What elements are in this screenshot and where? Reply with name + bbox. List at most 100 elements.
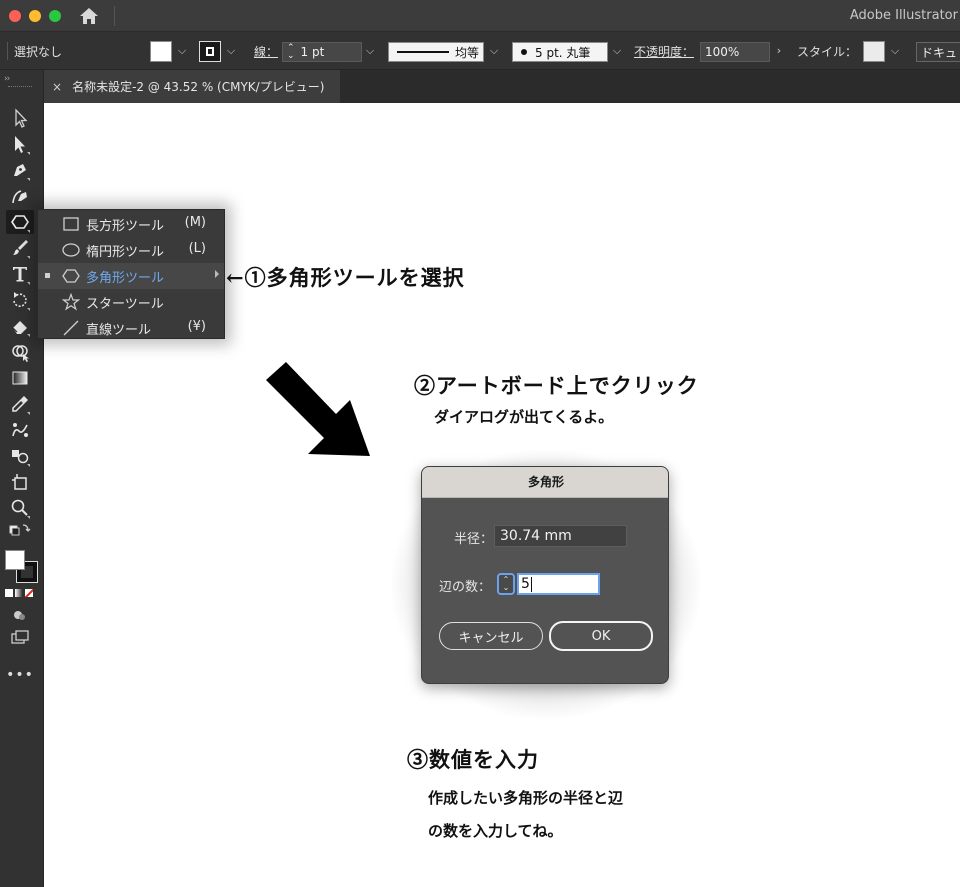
control-bar-grip [7, 42, 8, 60]
brush-definition[interactable]: 5 pt. 丸筆 [512, 42, 608, 62]
profile-chevron-icon[interactable]: ⌵ [488, 44, 500, 58]
flyout-item-rectangle[interactable]: 長方形ツール (M) [38, 211, 224, 237]
eraser-tool-icon[interactable] [6, 314, 34, 338]
gradient-mode-icon[interactable] [15, 589, 23, 597]
stroke-swatch-inner-icon [206, 47, 214, 56]
opacity-field[interactable]: 100% [700, 42, 770, 62]
rotate-tool-icon[interactable] [6, 288, 34, 312]
toolbar-grip [8, 86, 32, 88]
flyout-item-label: 長方形ツール [86, 219, 165, 234]
symbol-sprayer-tool-icon[interactable] [6, 444, 34, 468]
stroke-weight-field[interactable]: ⌃ ⌄ 1 pt [282, 42, 362, 62]
stroke-weight-chevron-icon[interactable]: ⌵ [364, 44, 376, 58]
tools-panel: ›› ••• [0, 70, 44, 887]
selection-tool-icon[interactable] [6, 106, 34, 130]
edit-toolbar-more-icon[interactable]: ••• [6, 666, 34, 684]
minimize-window-button[interactable] [29, 10, 41, 22]
illustrator-window: Adobe Illustrator 選択なし ⌵ ⌵ 線： ⌃ ⌄ 1 pt ⌵ … [0, 0, 960, 887]
gradient-tool-icon[interactable] [6, 366, 34, 390]
ellipse-icon [62, 241, 80, 259]
tab-document[interactable]: × 名称未設定-2 @ 43.52 % (CMYK/プレビュー) [44, 70, 340, 103]
style-label: スタイル： [797, 44, 858, 59]
annotation-step2: ②アートボード上でクリック [414, 373, 699, 398]
curvature-tool-icon[interactable] [6, 184, 34, 208]
stroke-stepper-icon[interactable]: ⌃ ⌄ [287, 44, 295, 61]
flyout-item-label: スターツール [86, 297, 164, 312]
selection-status: 選択なし [14, 44, 63, 59]
toolbar-collapse-icon[interactable]: ›› [4, 74, 10, 84]
flyout-item-label: 楕円形ツール [86, 245, 165, 260]
flyout-item-shortcut: (¥) [187, 319, 206, 334]
title-separator [114, 6, 115, 26]
current-tool-marker [45, 273, 50, 278]
artboard-tool-icon[interactable] [6, 470, 34, 494]
none-mode-icon[interactable] [25, 589, 33, 597]
polygon-tool-icon[interactable] [6, 210, 34, 234]
radius-input[interactable]: 30.74 mm [494, 525, 627, 547]
rectangle-icon [62, 215, 80, 233]
zoom-window-button[interactable] [49, 10, 61, 22]
stroke-dropdown-chevron-icon[interactable]: ⌵ [225, 44, 237, 58]
title-bar: Adobe Illustrator [0, 0, 960, 32]
flyout-item-label: 多角形ツール [86, 271, 165, 286]
close-window-button[interactable] [9, 10, 21, 22]
stroke-weight-value: 1 pt [300, 45, 325, 59]
screen-mode-icon[interactable] [6, 628, 34, 646]
shape-tools-flyout: 長方形ツール (M) 楕円形ツール (L) 多角形ツール スターツール 直線ツー… [37, 209, 225, 339]
blend-tool-icon[interactable] [6, 418, 34, 442]
swap-fill-stroke-icon[interactable] [6, 522, 34, 540]
sides-input[interactable]: 5 [517, 573, 600, 595]
flyout-item-line[interactable]: 直線ツール (¥) [38, 315, 224, 341]
star-icon [61, 292, 81, 311]
draw-mode-icon[interactable] [6, 606, 34, 624]
variable-width-profile[interactable]: 均等 [388, 42, 484, 62]
text-caret [530, 576, 532, 592]
annotation-step2-sub: ダイアログが出てくるよ。 [434, 408, 614, 426]
cancel-button[interactable]: キャンセル [439, 622, 543, 650]
annotation-step1: ←①多角形ツールを選択 [226, 265, 465, 290]
flyout-item-label: 直線ツール [86, 323, 152, 338]
annotation-step3-sub2: の数を入力してね。 [428, 822, 563, 840]
stroke-label[interactable]: 線： [254, 32, 278, 70]
document-setup-button[interactable]: ドキュ [916, 42, 960, 62]
fill-indicator-icon[interactable] [5, 550, 25, 570]
fill-stroke-indicator[interactable] [5, 550, 39, 584]
stroke-swatch[interactable] [199, 41, 221, 62]
sides-label: 辺の数： [439, 580, 492, 595]
color-mode-icon[interactable] [5, 589, 13, 597]
paintbrush-tool-icon[interactable] [6, 236, 34, 260]
fill-dropdown-chevron-icon[interactable]: ⌵ [176, 44, 188, 58]
fill-swatch[interactable] [150, 41, 172, 62]
annotation-step3-sub1: 作成したい多角形の半径と辺 [428, 789, 624, 807]
flyout-item-star[interactable]: スターツール [38, 289, 224, 315]
direct-selection-tool-icon[interactable] [6, 132, 34, 156]
document-tab-bar: × 名称未設定-2 @ 43.52 % (CMYK/プレビュー) [44, 70, 960, 103]
brush-dot-icon [521, 49, 527, 55]
style-chevron-icon[interactable]: ⌵ [889, 44, 901, 58]
big-arrow-icon [266, 362, 370, 456]
opacity-arrow-icon[interactable]: › [773, 44, 785, 58]
app-title: Adobe Illustrator [849, 8, 958, 23]
type-tool-icon[interactable] [6, 262, 34, 286]
radius-label: 半径： [454, 532, 494, 547]
pen-tool-icon[interactable] [6, 158, 34, 182]
close-tab-icon[interactable]: × [52, 80, 62, 94]
flyout-item-ellipse[interactable]: 楕円形ツール (L) [38, 237, 224, 263]
ok-button[interactable]: OK [549, 621, 653, 651]
control-bar: 選択なし ⌵ ⌵ 線： ⌃ ⌄ 1 pt ⌵ 均等 ⌵ 5 pt. 丸筆 ⌵ 不透… [0, 32, 960, 70]
eyedropper-tool-icon[interactable] [6, 392, 34, 416]
flyout-submenu-arrow-icon [215, 270, 219, 278]
zoom-tool-icon[interactable] [6, 496, 34, 520]
shape-builder-tool-icon[interactable] [6, 340, 34, 364]
brush-label: 5 pt. 丸筆 [535, 45, 591, 60]
sides-stepper-icon[interactable]: ⌃ ⌄ [497, 573, 515, 595]
flyout-item-shortcut: (L) [188, 241, 206, 256]
home-icon[interactable] [78, 6, 100, 26]
line-icon [62, 319, 80, 337]
graphic-style-swatch[interactable] [863, 41, 885, 62]
flyout-item-polygon[interactable]: 多角形ツール [38, 263, 224, 289]
polygon-dialog: 多角形 半径： 30.74 mm 辺の数： ⌃ ⌄ 5 キャンセル OK [421, 466, 669, 684]
brush-chevron-icon[interactable]: ⌵ [611, 44, 623, 58]
profile-line-icon [397, 51, 449, 53]
opacity-label[interactable]: 不透明度： [634, 32, 694, 70]
